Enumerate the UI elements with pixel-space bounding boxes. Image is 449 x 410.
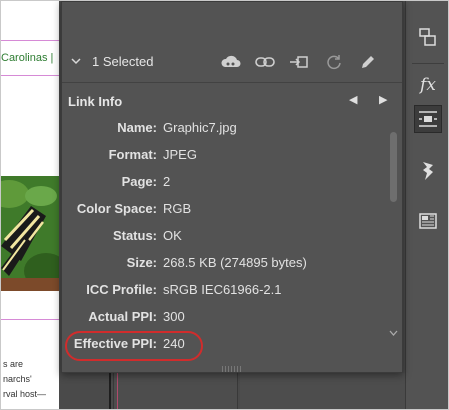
info-row-format: Format: JPEG <box>62 145 388 165</box>
info-label: Format: <box>108 147 157 162</box>
info-label: ICC Profile: <box>86 282 157 297</box>
info-row-icc-profile: ICC Profile: sRGB IEC61966-2.1 <box>62 280 388 300</box>
margin-guide <box>1 40 59 41</box>
info-value: 2 <box>163 174 171 189</box>
text-wrap-icon[interactable] <box>414 105 442 133</box>
previous-link-button[interactable]: ◀ <box>349 93 357 106</box>
divider <box>412 63 444 64</box>
edit-original-icon[interactable] <box>357 52 379 72</box>
effective-ppi-highlight <box>65 331 203 361</box>
divider <box>62 82 402 83</box>
margin-guide <box>1 319 59 320</box>
bleed-guide <box>117 373 118 409</box>
info-row-size: Size: 268.5 KB (274895 bytes) <box>62 253 388 273</box>
pasteboard-region <box>240 373 405 409</box>
info-label: Actual PPI: <box>88 309 157 324</box>
info-label: Color Space: <box>76 201 157 216</box>
link-info-title: Link Info <box>68 94 123 109</box>
chevron-down-icon[interactable] <box>389 328 398 338</box>
info-value: 268.5 KB (274895 bytes) <box>163 255 307 270</box>
margin-guide <box>1 75 59 76</box>
arrange-icon[interactable] <box>414 23 442 51</box>
panel-dock: fx <box>405 1 448 409</box>
go-to-link-icon[interactable] <box>288 52 310 72</box>
info-label: Status: <box>112 228 157 243</box>
document-body-text: s are narchs' rval host— <box>3 357 46 402</box>
links-panel: 1 Selected Link Info ◀ ▶ Name: Graphic7.… <box>61 1 403 373</box>
info-value: sRGB IEC61966-2.1 <box>163 282 282 297</box>
scroll-thumb[interactable] <box>390 132 397 202</box>
fx-icon[interactable]: fx <box>414 71 442 99</box>
info-value: 300 <box>163 309 185 324</box>
butterfly-photo[interactable] <box>1 176 59 291</box>
relink-icon[interactable] <box>254 52 276 72</box>
info-label: Size: <box>126 255 157 270</box>
info-value: RGB <box>163 201 192 216</box>
text-line: s are <box>3 359 24 369</box>
creative-cloud-icon[interactable] <box>220 52 242 72</box>
selection-bar: 1 Selected <box>62 44 402 80</box>
info-label: Name: <box>117 120 157 135</box>
panel-resize-grip[interactable] <box>222 366 244 372</box>
selection-count: 1 Selected <box>92 54 154 69</box>
next-link-button[interactable]: ▶ <box>379 93 387 106</box>
info-label: Page: <box>121 174 157 189</box>
chevron-down-icon[interactable] <box>71 56 81 68</box>
document-heading: Carolinas | <box>1 52 54 64</box>
pasteboard-region <box>113 373 238 409</box>
text-line: narchs' <box>3 374 32 384</box>
info-value: OK <box>163 228 182 243</box>
swatch-stack-icon[interactable] <box>414 157 442 185</box>
info-value: Graphic7.jpg <box>163 120 237 135</box>
link-info-header[interactable]: Link Info ◀ ▶ <box>62 86 402 114</box>
info-row-status: Status: OK <box>62 226 388 246</box>
scrollbar[interactable] <box>389 118 398 340</box>
page-edge <box>109 371 111 409</box>
app-window: Carolinas | s are narchs' rval host— fx … <box>0 0 449 410</box>
document-page: Carolinas | s are narchs' rval host— <box>1 1 59 409</box>
info-row-actual-ppi: Actual PPI: 300 <box>62 307 388 327</box>
info-row-page: Page: 2 <box>62 172 388 192</box>
info-value: JPEG <box>163 147 197 162</box>
update-link-icon[interactable] <box>323 52 345 72</box>
table-icon[interactable] <box>414 207 442 235</box>
info-row-name: Name: Graphic7.jpg <box>62 118 388 138</box>
text-line: rval host— <box>3 389 47 399</box>
info-row-color-space: Color Space: RGB <box>62 199 388 219</box>
